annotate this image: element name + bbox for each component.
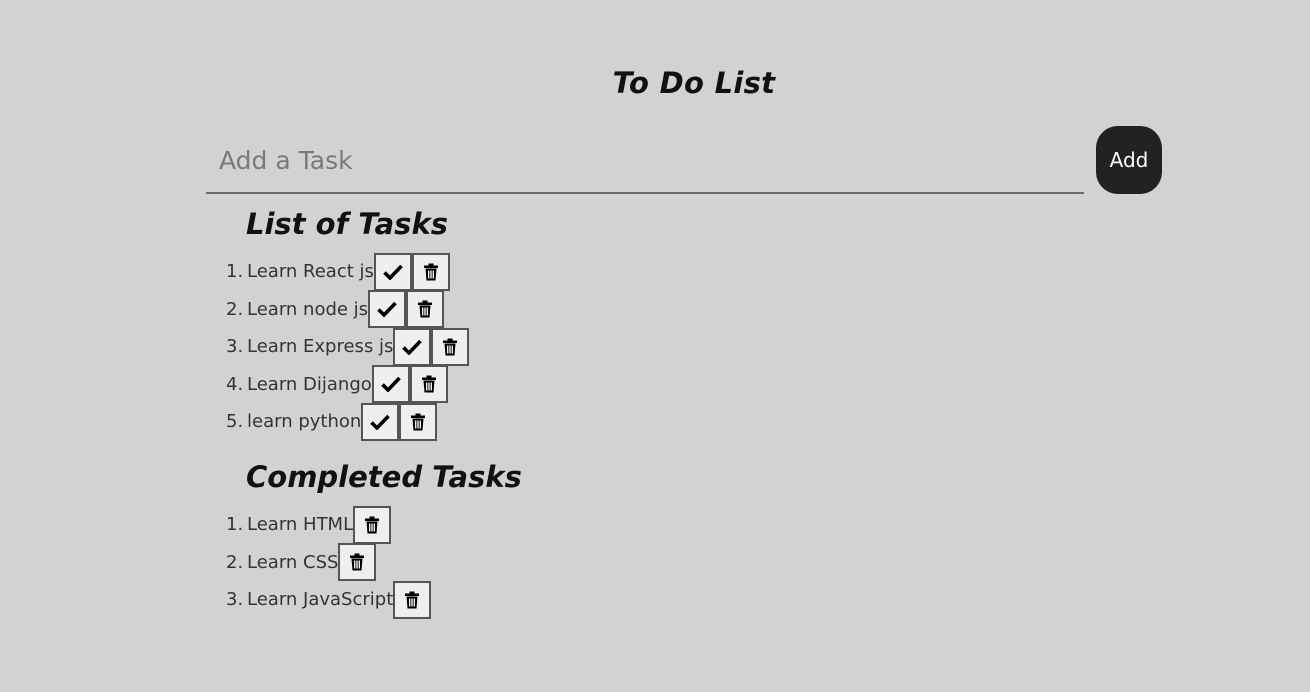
- task-input-wrapper: [206, 128, 1084, 194]
- complete-button[interactable]: [371, 365, 410, 404]
- page-title: To Do List: [612, 66, 776, 100]
- pending-task-item: 1. Learn React js: [226, 252, 469, 291]
- delete-button[interactable]: [411, 252, 450, 291]
- trash-icon: [442, 338, 458, 356]
- complete-button[interactable]: [373, 252, 412, 291]
- trash-icon: [349, 553, 365, 571]
- task-number: 3.: [226, 589, 244, 611]
- complete-button[interactable]: [368, 290, 407, 329]
- delete-button[interactable]: [409, 365, 448, 404]
- task-label: Learn Express js: [247, 336, 394, 358]
- delete-button[interactable]: [338, 543, 377, 582]
- trash-icon: [417, 300, 433, 318]
- trash-icon: [410, 413, 426, 431]
- task-label: Learn CSS: [247, 551, 339, 573]
- trash-icon: [423, 263, 439, 281]
- delete-button[interactable]: [406, 290, 445, 329]
- task-label: Learn Dijango: [247, 373, 372, 395]
- task-label: Learn node js: [247, 298, 369, 320]
- task-number: 3.: [226, 336, 244, 358]
- task-number: 1.: [226, 514, 244, 536]
- check-icon: [381, 376, 401, 393]
- delete-button[interactable]: [353, 505, 392, 544]
- completed-task-item: 2. Learn CSS: [226, 543, 431, 582]
- trash-icon: [404, 591, 420, 609]
- completed-tasks-title: Completed Tasks: [246, 460, 522, 494]
- check-icon: [402, 339, 423, 355]
- task-label: learn python: [247, 411, 362, 433]
- todo-app: To Do List Add List of Tasks 1. Learn Re…: [0, 0, 1310, 692]
- pending-task-item: 2. Learn node js: [226, 290, 469, 329]
- task-input[interactable]: [206, 128, 1084, 192]
- pending-task-item: 3. Learn Express js: [226, 327, 470, 366]
- check-icon: [377, 301, 397, 318]
- delete-button[interactable]: [393, 580, 432, 619]
- task-number: 2.: [226, 551, 244, 573]
- pending-task-list: 1. Learn React js 2. Learn node js 3. Le…: [226, 252, 470, 441]
- complete-button[interactable]: [361, 402, 400, 441]
- task-label: Learn JavaScript: [247, 589, 394, 611]
- check-icon: [370, 414, 391, 430]
- check-icon: [383, 264, 403, 280]
- task-number: 5.: [226, 411, 244, 433]
- add-button[interactable]: Add: [1096, 126, 1162, 194]
- delete-button[interactable]: [431, 327, 470, 366]
- pending-tasks-title: List of Tasks: [246, 207, 448, 241]
- complete-button[interactable]: [393, 327, 432, 366]
- completed-task-list: 1. Learn HTML 2. Learn CSS 3. Learn Java…: [226, 505, 432, 619]
- delete-button[interactable]: [399, 402, 438, 441]
- completed-task-item: 3. Learn JavaScript: [226, 580, 432, 619]
- task-label: Learn React js: [247, 261, 374, 283]
- trash-icon: [364, 516, 380, 534]
- trash-icon: [421, 375, 437, 393]
- task-label: Learn HTML: [247, 514, 354, 536]
- pending-task-item: 4. Learn Dijango: [226, 365, 469, 404]
- task-number: 2.: [226, 298, 244, 320]
- pending-task-item: 5. learn python: [226, 402, 469, 441]
- task-number: 4.: [226, 373, 244, 395]
- completed-task-item: 1. Learn HTML: [226, 505, 431, 544]
- task-number: 1.: [226, 261, 244, 283]
